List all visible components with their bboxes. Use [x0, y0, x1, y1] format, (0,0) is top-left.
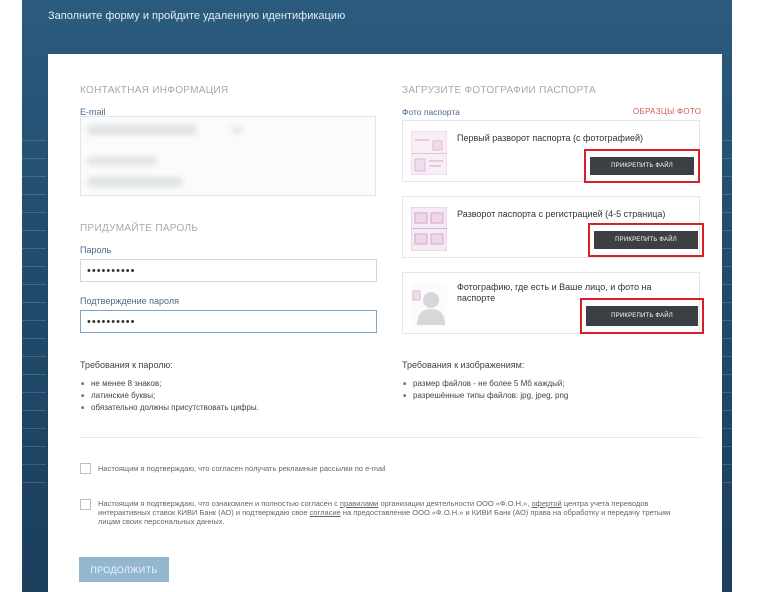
contact-section-title: КОНТАКТНАЯ ИНФОРМАЦИЯ: [80, 85, 229, 96]
terms-consent-checkbox[interactable]: [80, 499, 91, 510]
password-requirements-list: не менее 8 знаков; латинские буквы; обяз…: [81, 378, 259, 414]
attach-highlight: ПРИКРЕПИТЬ ФАЙЛ: [584, 149, 700, 183]
upload-card-description: Первый разворот паспорта (с фотографией): [457, 133, 643, 143]
ads-consent-text: Настоящим я подтверждаю, что согласен по…: [98, 464, 386, 473]
terms-consent-text: Настоящим я подтверждаю, что ознакомлен …: [98, 499, 694, 526]
list-item: латинские буквы;: [81, 390, 259, 402]
upload-card-description: Разворот паспорта с регистрацией (4-5 ст…: [457, 209, 666, 219]
password-label: Пароль: [80, 245, 112, 255]
redacted-email: [87, 125, 197, 135]
terms-text: Настоящим я подтверждаю, что ознакомлен …: [98, 499, 340, 508]
list-item: разрешённые типы файлов: jpg, jpeg, png: [403, 390, 568, 402]
list-item: не менее 8 знаков;: [81, 378, 259, 390]
attach-highlight: ПРИКРЕПИТЬ ФАЙЛ: [580, 298, 704, 334]
list-item: размер файлов - не более 5 Мб каждый;: [403, 378, 568, 390]
attach-file-button[interactable]: ПРИКРЕПИТЬ ФАЙЛ: [590, 157, 694, 175]
attach-file-button[interactable]: ПРИКРЕПИТЬ ФАЙЛ: [594, 231, 698, 249]
attach-file-button[interactable]: ПРИКРЕПИТЬ ФАЙЛ: [586, 306, 698, 326]
upload-section-title: ЗАГРУЗИТЕ ФОТОГРАФИИ ПАСПОРТА: [402, 85, 597, 96]
passport-registration-page-icon: [411, 207, 447, 251]
continue-button[interactable]: ПРОДОЛЖИТЬ: [79, 557, 169, 582]
rules-link[interactable]: правилами: [340, 499, 378, 508]
passport-photo-page-icon: [411, 131, 447, 175]
confirm-password-input[interactable]: [80, 310, 377, 333]
page-header-title: Заполните форму и пройдите удаленную иде…: [48, 10, 346, 22]
redacted-mark: [231, 127, 243, 133]
image-requirements-list: размер файлов - не более 5 Мб каждый; ра…: [403, 378, 568, 402]
consent-link[interactable]: согласие: [310, 508, 341, 517]
contact-fields-redacted: [80, 116, 376, 196]
image-requirements-title: Требования к изображениям:: [402, 360, 525, 370]
password-section-title: ПРИДУМАЙТЕ ПАРОЛЬ: [80, 223, 199, 234]
password-input[interactable]: [80, 259, 377, 282]
attach-highlight: ПРИКРЕПИТЬ ФАЙЛ: [588, 223, 704, 257]
terms-text: организации деятельности ООО «Ф.О.Н.»,: [378, 499, 532, 508]
redacted-phone: [87, 177, 183, 187]
list-item: обязательно должны присутствовать цифры.: [81, 402, 259, 414]
person-silhouette-icon: [411, 283, 447, 327]
ads-consent-checkbox[interactable]: [80, 463, 91, 474]
sample-photos-link[interactable]: ОБРАЗЦЫ ФОТО: [633, 107, 701, 116]
password-requirements-title: Требования к паролю:: [80, 360, 173, 370]
offer-link[interactable]: офертой: [532, 499, 562, 508]
redacted-phone-label: [87, 157, 157, 165]
section-divider: [80, 437, 702, 438]
confirm-password-label: Подтверждение пароля: [80, 296, 179, 306]
passport-photo-label: Фото паспорта: [402, 107, 460, 117]
